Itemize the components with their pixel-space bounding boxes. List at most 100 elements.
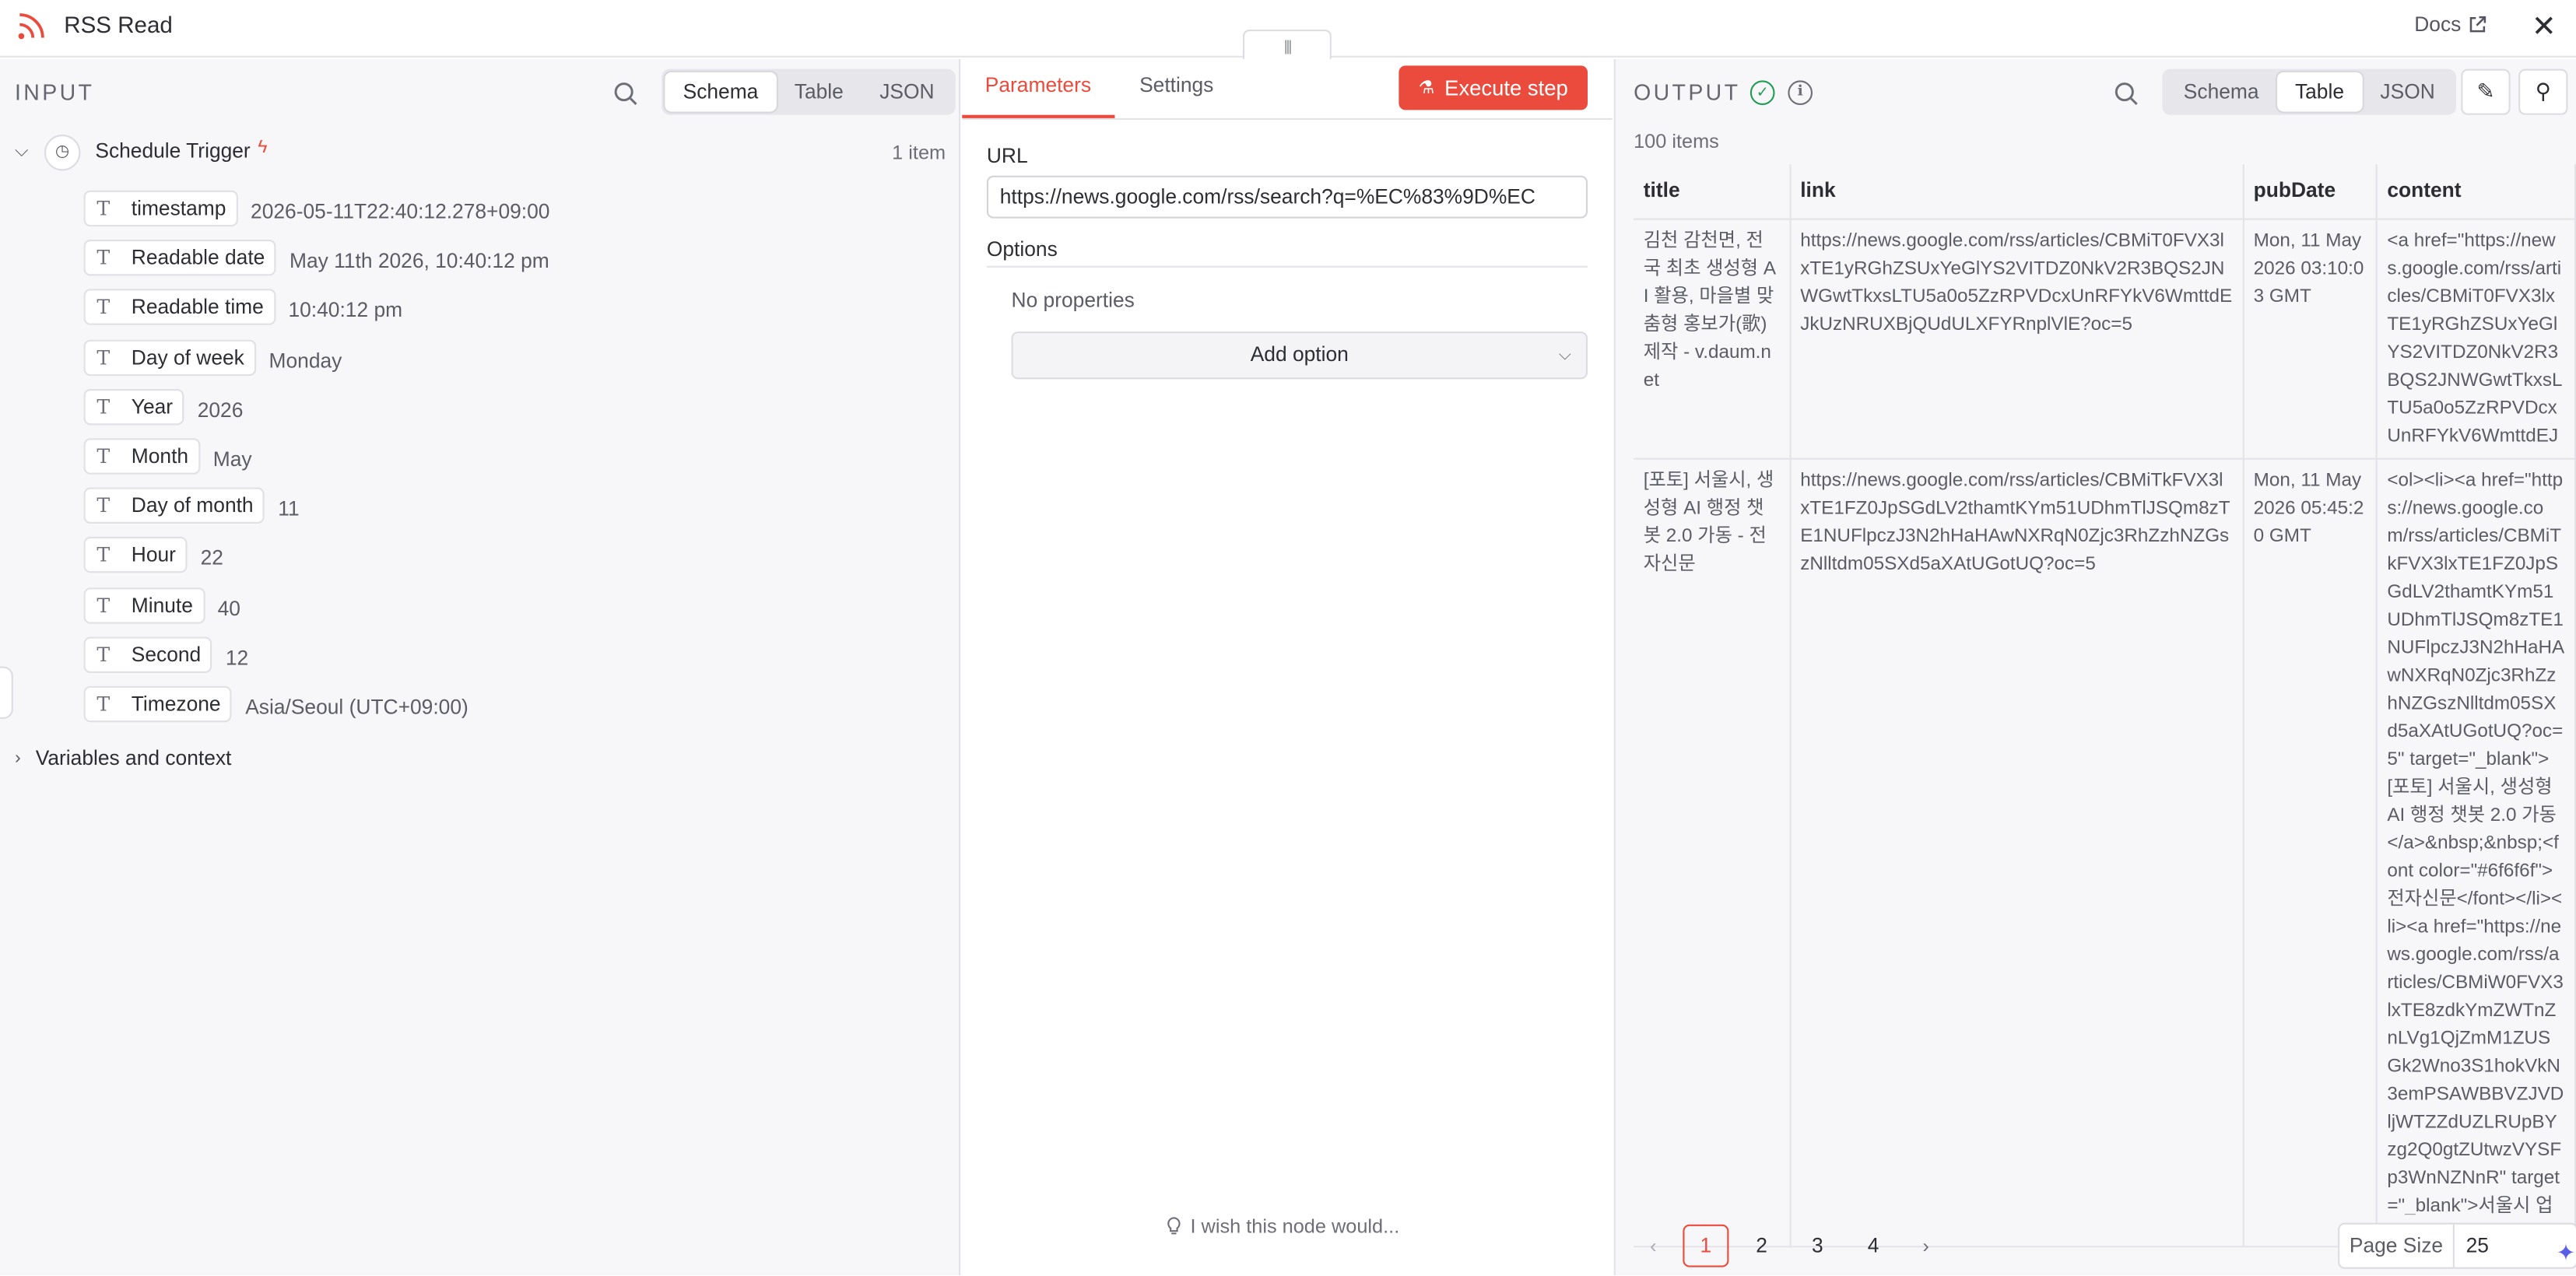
field-pill[interactable]: T Hour	[83, 536, 188, 573]
field-value: 2026	[197, 398, 244, 422]
column-header[interactable]: title	[1634, 163, 1791, 219]
tab-settings[interactable]: Settings	[1139, 74, 1213, 97]
schedule-trigger-row[interactable]: ⌵ ◷ Schedule Trigger ϟ 1 item	[0, 134, 960, 174]
pagination: ‹ 1 2 3 4 ›	[1634, 1223, 1946, 1269]
field-row[interactable]: T Second 12	[83, 636, 249, 673]
variables-context-row[interactable]: › Variables and context	[15, 747, 231, 770]
field-pill[interactable]: T Year	[83, 388, 184, 426]
info-icon[interactable]: i	[1788, 80, 1813, 106]
docs-label: Docs	[2414, 12, 2462, 37]
text-type-icon: T	[97, 246, 111, 269]
cell-pubdate[interactable]: Mon, 11 May 2026 03:10:03 GMT	[2242, 218, 2378, 459]
no-properties-text: No properties	[1011, 289, 1135, 312]
input-tab-json[interactable]: JSON	[862, 72, 953, 112]
trigger-name: Schedule Trigger	[95, 139, 251, 163]
pin-icon[interactable]: ⚲	[2518, 68, 2568, 115]
execute-step-button[interactable]: ⚗ Execute step	[1399, 65, 1588, 110]
field-pill[interactable]: T Second	[83, 636, 212, 673]
chevron-down-icon[interactable]: ⌵	[15, 141, 29, 162]
node-title[interactable]: RSS Read	[64, 12, 173, 38]
output-tab-json[interactable]: JSON	[2362, 72, 2453, 112]
field-value: May	[212, 447, 252, 471]
field-pill[interactable]: Ttimestamp	[83, 190, 238, 227]
column-header[interactable]: link	[1789, 163, 2244, 219]
field-row[interactable]: T Readable date May 11th 2026, 10:40:12 p…	[83, 240, 549, 276]
page-button[interactable]: 4	[1851, 1225, 1897, 1267]
field-pill[interactable]: T Day of week	[83, 339, 256, 377]
field-key: Timezone	[131, 692, 221, 716]
column-header[interactable]: pubDate	[2242, 163, 2378, 219]
page-size-select[interactable]: Page Size 25	[2338, 1222, 2576, 1269]
field-key: Day of week	[131, 346, 244, 370]
field-row[interactable]: T Day of week Monday	[83, 339, 342, 377]
rss-icon	[18, 13, 44, 40]
output-view-switcher: Schema Table JSON	[2162, 68, 2457, 115]
cell-title[interactable]: 김천 감천면, 전국 최초 생성형 AI 활용, 마을별 맞춤형 홍보가(歌) …	[1634, 218, 1791, 459]
add-option-button[interactable]: Add option ⌵	[1011, 331, 1588, 380]
flask-icon: ⚗	[1418, 79, 1435, 99]
table-row: [포토] 서울시, 생성형 AI 행정 챗봇 2.0 가동 - 전자신문 htt…	[1634, 457, 2576, 1247]
text-type-icon: T	[97, 543, 111, 566]
text-type-icon: T	[97, 444, 111, 468]
cell-link[interactable]: https://news.google.com/rss/articles/CBM…	[1789, 457, 2244, 1247]
sparkle-icon[interactable]: ✦	[2557, 1239, 2576, 1267]
cell-content[interactable]: <ol><li><a href="https://news.google.com…	[2376, 457, 2576, 1247]
field-value: 2026-05-11T22:40:12.278+09:00	[251, 199, 550, 223]
cell-link[interactable]: https://news.google.com/rss/articles/CBM…	[1789, 218, 2244, 459]
field-pill[interactable]: T Month	[83, 438, 200, 475]
panel-drag-handle[interactable]: |||	[1242, 29, 1332, 59]
column-header[interactable]: content	[2376, 163, 2576, 219]
collapse-handle[interactable]	[0, 666, 13, 720]
parameters-panel: Parameters Settings ⚗ Execute step URL h…	[962, 58, 1613, 1276]
field-row[interactable]: T Year 2026	[83, 388, 244, 426]
field-key: timestamp	[131, 197, 226, 220]
input-view-switcher: Schema Table JSON	[662, 68, 956, 115]
chevron-left-icon[interactable]: ‹	[1634, 1234, 1673, 1257]
field-pill[interactable]: T Readable date	[83, 240, 277, 276]
field-value: 12	[225, 646, 249, 669]
field-pill[interactable]: T Day of month	[83, 487, 265, 524]
field-row[interactable]: T Day of month 11	[83, 487, 300, 524]
table-header-row: title link pubDate content	[1634, 163, 2576, 219]
cell-content[interactable]: <a href="https://news.google.com/rss/art…	[2376, 218, 2576, 459]
docs-link[interactable]: Docs	[2414, 12, 2487, 37]
field-value: 22	[200, 545, 223, 569]
field-pill[interactable]: T Minute	[83, 587, 205, 624]
input-tab-table[interactable]: Table	[777, 72, 862, 112]
url-input[interactable]: https://news.google.com/rss/search?q=%EC…	[986, 175, 1588, 219]
lightning-icon: ϟ	[258, 138, 268, 158]
pencil-icon[interactable]: ✎	[2461, 68, 2511, 115]
feedback-link[interactable]: I wish this node would...	[1166, 1215, 1399, 1238]
cell-title[interactable]: [포토] 서울시, 생성형 AI 행정 챗봇 2.0 가동 - 전자신문	[1634, 457, 1791, 1247]
chevron-right-icon[interactable]: ›	[1906, 1234, 1946, 1257]
field-pill[interactable]: T Timezone	[83, 685, 233, 723]
field-pill[interactable]: T Readable time	[83, 289, 275, 325]
field-key: Minute	[131, 594, 193, 618]
input-tab-schema[interactable]: Schema	[665, 72, 777, 112]
field-row[interactable]: T Month May	[83, 438, 252, 475]
field-key: Month	[131, 444, 189, 468]
search-icon[interactable]	[2113, 80, 2139, 107]
field-row[interactable]: T Timezone Asia/Seoul (UTC+09:00)	[83, 685, 469, 723]
page-button[interactable]: 2	[1739, 1225, 1785, 1267]
field-row[interactable]: T Minute 40	[83, 587, 240, 624]
field-key: Year	[131, 395, 174, 419]
output-table: title link pubDate content 김천 감천면, 전국 최초…	[1634, 163, 2576, 1247]
close-icon[interactable]: ✕	[2532, 10, 2557, 44]
field-value: May 11th 2026, 10:40:12 pm	[289, 248, 549, 272]
search-icon[interactable]	[612, 80, 639, 107]
output-tab-table[interactable]: Table	[2276, 72, 2363, 112]
page-button[interactable]: 1	[1683, 1224, 1729, 1267]
output-items-count: 100 items	[1634, 129, 1719, 153]
output-tab-schema[interactable]: Schema	[2166, 72, 2277, 112]
tab-parameters[interactable]: Parameters	[985, 74, 1091, 97]
field-row[interactable]: T Hour 22	[83, 536, 223, 573]
page-button[interactable]: 3	[1795, 1225, 1841, 1267]
chevron-down-icon: ⌵	[1558, 346, 1571, 365]
field-key: Readable date	[131, 246, 265, 269]
field-row[interactable]: T Readable time 10:40:12 pm	[83, 289, 402, 325]
window-header: RSS Read ||| Docs ✕	[0, 0, 2576, 59]
field-row[interactable]: Ttimestamp 2026-05-11T22:40:12.278+09:00	[83, 190, 550, 227]
chevron-right-icon: ›	[14, 748, 21, 769]
cell-pubdate[interactable]: Mon, 11 May 2026 05:45:20 GMT	[2242, 457, 2378, 1247]
